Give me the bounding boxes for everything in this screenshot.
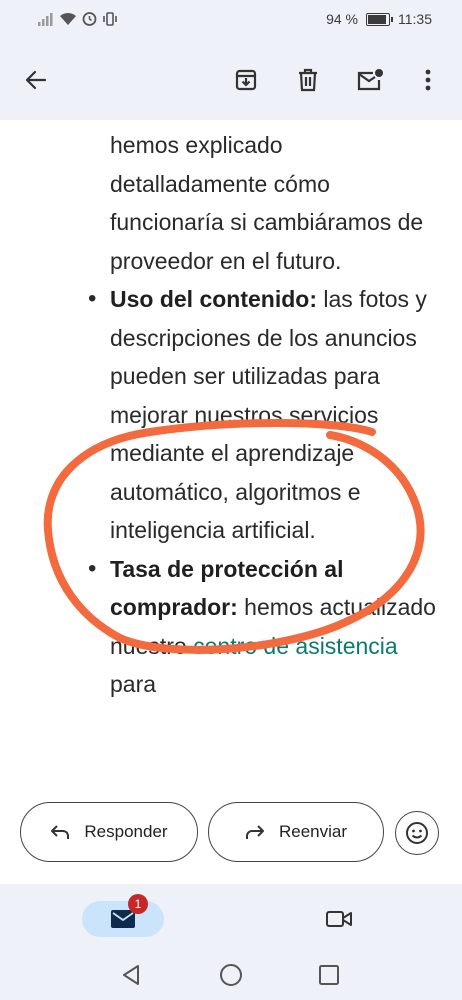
email-toolbar (0, 40, 462, 120)
smiley-icon (406, 822, 428, 844)
email-body: hemos explicado detalladamente cómo func… (0, 120, 462, 788)
unread-badge: 1 (128, 894, 148, 914)
bullet-text-tail: para (110, 671, 157, 697)
system-back-button[interactable] (118, 962, 144, 988)
archive-icon (235, 69, 257, 91)
reply-actions: Responder Reenviar (0, 788, 462, 884)
reply-button[interactable]: Responder (20, 802, 198, 862)
vibrate-icon (103, 11, 117, 26)
forward-label: Reenviar (278, 822, 348, 841)
bullet-title: Uso del contenido: (110, 286, 317, 312)
alarm-icon (82, 12, 97, 26)
trash-icon (299, 68, 317, 92)
wifi-icon (60, 12, 76, 25)
system-home-button[interactable] (218, 962, 244, 988)
email-text: hemos explicado detalladamente cómo func… (88, 126, 440, 704)
mail-icon (111, 910, 135, 928)
mark-unread-button[interactable] (350, 60, 390, 100)
forward-button[interactable]: Reenviar (208, 802, 384, 862)
reply-label: Responder (84, 822, 168, 841)
bullet-dot: • (88, 554, 97, 582)
nav-mail[interactable] (82, 901, 164, 937)
delete-button[interactable] (288, 60, 328, 100)
triangle-back-icon (123, 965, 139, 985)
battery-percent: 94 % (326, 11, 358, 27)
bullet-text: las fotos y descripciones de los anuncio… (110, 286, 427, 543)
nav-meet[interactable] (322, 904, 356, 934)
system-recents-button[interactable] (316, 962, 342, 988)
back-button[interactable] (16, 60, 56, 100)
system-navigation (0, 950, 462, 1000)
video-camera-icon (326, 911, 352, 927)
square-recents-icon (319, 965, 339, 985)
list-item: • Uso del contenido: las fotos y descripc… (88, 280, 440, 550)
forward-icon (245, 825, 264, 839)
arrow-left-icon (25, 70, 47, 90)
more-vert-icon (425, 69, 431, 91)
list-item: • Tasa de protección al comprador: hemos … (88, 550, 440, 704)
reply-icon (51, 825, 70, 839)
signal-icon (38, 12, 53, 26)
status-icons-left (38, 11, 118, 26)
help-center-link[interactable]: centro de asistencia (193, 633, 398, 659)
archive-button[interactable] (226, 60, 266, 100)
battery-icon (366, 12, 393, 26)
status-bar: 94 % 11:35 (0, 0, 462, 40)
mail-unread-icon (357, 69, 383, 91)
bullet-dot: • (88, 285, 97, 312)
status-icons-right: 94 % 11:35 (326, 11, 432, 27)
more-options-button[interactable] (408, 60, 448, 100)
clock: 11:35 (398, 11, 432, 27)
circle-home-icon (220, 964, 242, 986)
emoji-reaction-button[interactable] (395, 811, 439, 855)
paragraph-continued: hemos explicado detalladamente cómo func… (110, 132, 424, 274)
bottom-navigation: 1 (0, 884, 462, 950)
